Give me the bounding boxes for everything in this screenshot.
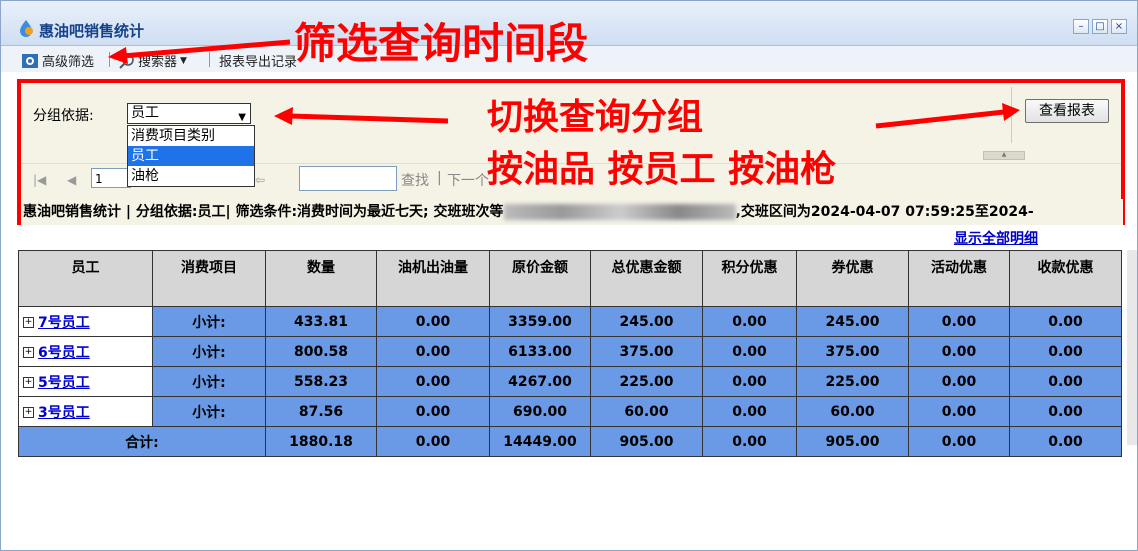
arrow-head-icon	[274, 107, 293, 125]
option-nozzle[interactable]: 油枪	[128, 166, 254, 186]
arrow-head-icon	[108, 47, 128, 64]
annotation-arrow-2	[289, 113, 449, 124]
annotation-arrow-1	[121, 39, 291, 59]
annotation-arrows	[108, 39, 1020, 129]
option-employee[interactable]: 员工	[128, 146, 254, 166]
arrow-head-icon	[1002, 103, 1020, 121]
option-consumption-category[interactable]: 消费项目类别	[128, 126, 254, 146]
group-by-options: 消费项目类别 员工 油枪	[127, 125, 255, 187]
annotation-arrow-3	[875, 109, 1005, 129]
